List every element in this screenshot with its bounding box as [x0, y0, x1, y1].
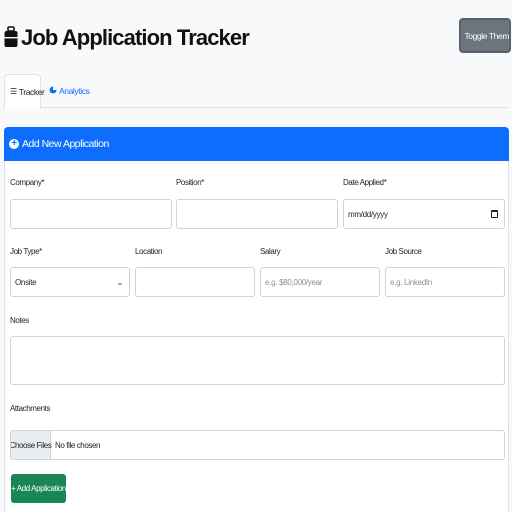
moon-icon: ☾ [461, 31, 464, 40]
list-icon: ☰ [10, 87, 17, 96]
date-applied-label: Date Applied* [343, 178, 387, 187]
job-source-label: Job Source [385, 247, 422, 256]
salary-input[interactable]: e.g. $80,000/year [260, 267, 380, 297]
tab-tracker[interactable]: ☰ Tracker [4, 74, 45, 109]
page-title: Job Application Tracker [21, 25, 250, 50]
salary-label: Salary [260, 247, 281, 256]
card-header: + Add New Application [4, 127, 509, 161]
company-label: Company* [10, 178, 45, 187]
calendar-icon[interactable] [491, 210, 498, 218]
job-type-value: Onsite [15, 277, 37, 287]
pie-chart-icon [49, 86, 57, 96]
tab-tracker-label: Tracker [18, 86, 45, 97]
briefcase-icon [4, 25, 18, 51]
chevron-down-icon: ⌄ [116, 277, 124, 287]
attachments-file-input[interactable]: Choose Files No file chosen [10, 430, 505, 460]
toggle-theme-button[interactable]: ☾ Toggle Theme [459, 18, 511, 53]
job-source-input[interactable]: e.g. LinkedIn [385, 267, 505, 297]
notes-textarea[interactable] [10, 336, 505, 385]
choose-files-button[interactable]: Choose Files [11, 431, 52, 459]
date-applied-value: mm/dd/yyyy [348, 209, 388, 219]
position-input[interactable] [176, 199, 338, 229]
title-wrap: Job Application Tracker [4, 22, 250, 54]
file-status: No file chosen [55, 440, 101, 450]
tab-analytics[interactable]: Analytics [44, 74, 94, 108]
tab-analytics-label: Analytics [59, 86, 90, 96]
date-applied-input[interactable]: mm/dd/yyyy [343, 199, 505, 229]
card-header-title: Add New Application [22, 138, 109, 150]
page-header: Job Application Tracker ☾ Toggle Theme [0, 0, 512, 74]
tab-bar: ☰ Tracker Analytics [4, 74, 508, 109]
attachments-label: Attachments [10, 404, 51, 413]
add-application-card: + Add New Application Company* Position*… [4, 127, 509, 512]
plus-circle-icon: + [9, 139, 19, 149]
location-input[interactable] [135, 267, 255, 297]
position-label: Position* [176, 178, 204, 187]
job-type-label: Job Type* [10, 247, 42, 256]
notes-label: Notes [10, 316, 29, 325]
toggle-theme-label: Toggle Theme [464, 30, 511, 41]
add-application-button[interactable]: + Add Application [11, 474, 66, 503]
location-label: Location [135, 247, 163, 256]
company-input[interactable] [10, 199, 172, 229]
job-type-select[interactable]: Onsite ⌄ [10, 267, 130, 297]
